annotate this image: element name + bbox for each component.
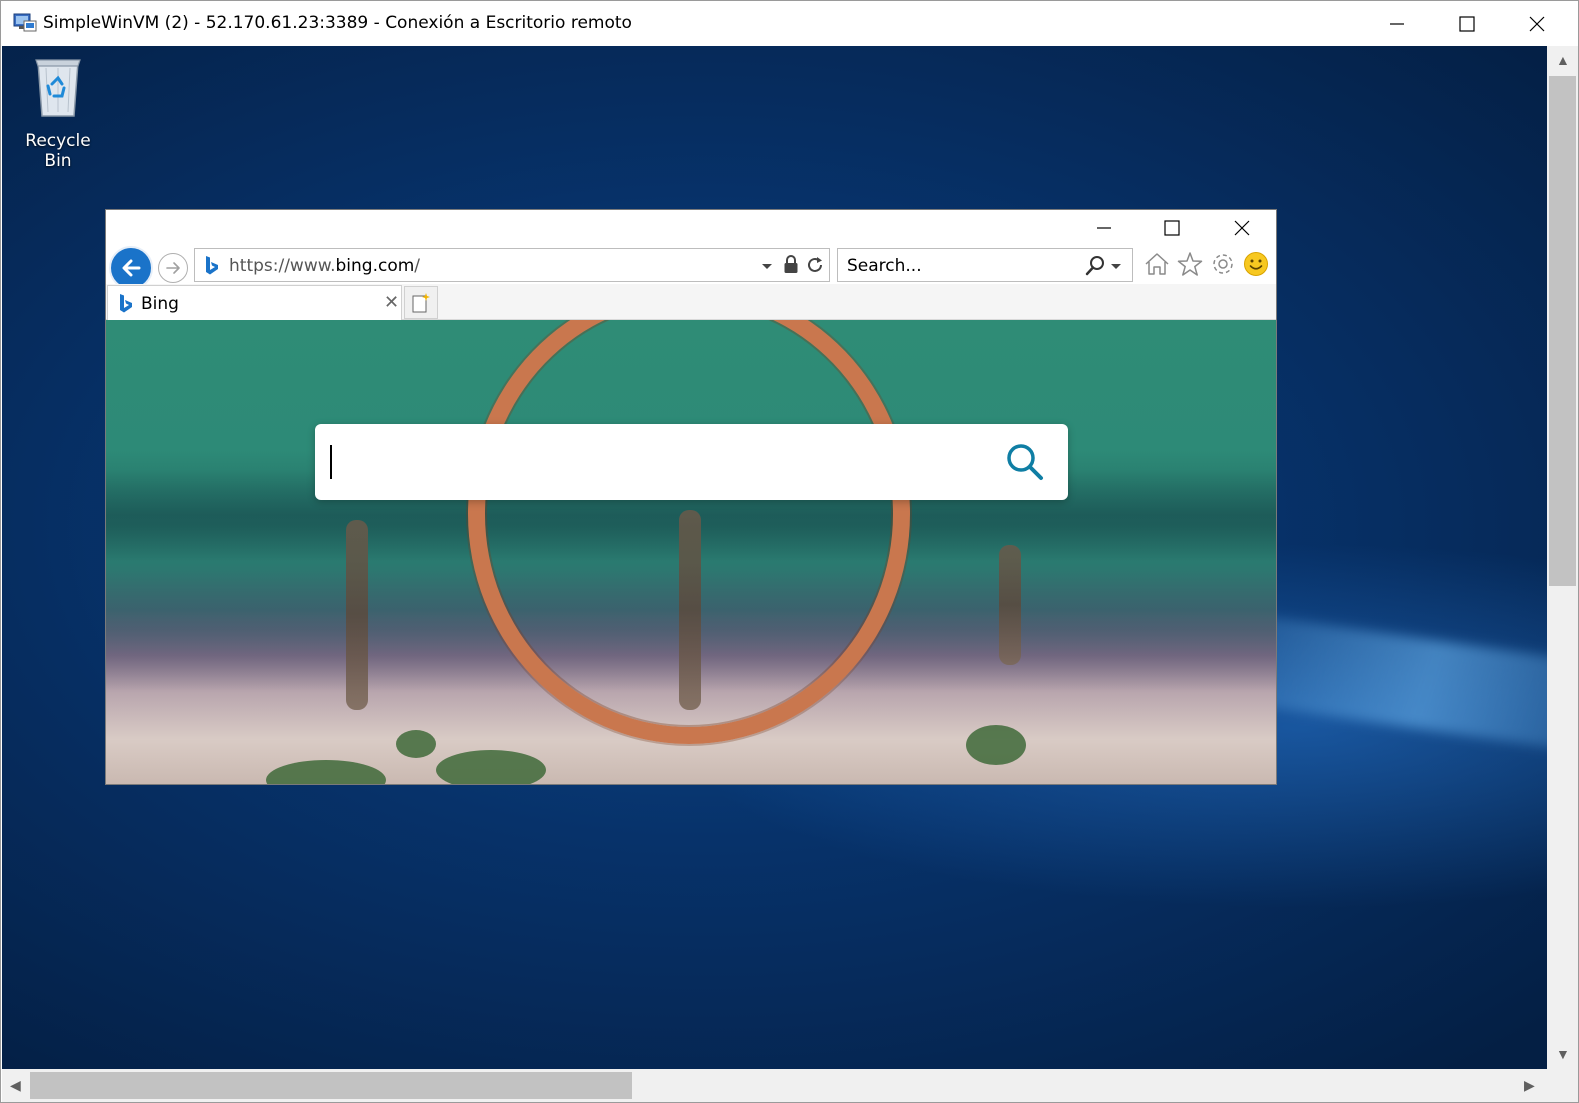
- new-tab-icon: [412, 292, 430, 312]
- search-dropdown-icon[interactable]: [1110, 259, 1122, 277]
- url-prefix: https://www.: [229, 256, 336, 276]
- maximize-icon: [1164, 220, 1180, 236]
- browser-close-button[interactable]: [1219, 210, 1265, 246]
- scroll-down-icon[interactable]: ▼: [1556, 1046, 1570, 1062]
- horizontal-scrollbar[interactable]: ◀ ▶: [2, 1069, 1547, 1102]
- wallpaper-jetty: [999, 545, 1021, 665]
- maximize-button[interactable]: [1433, 1, 1501, 46]
- address-dropdown-icon[interactable]: [761, 259, 773, 277]
- maximize-icon: [1459, 15, 1475, 32]
- wallpaper-greenery: [396, 730, 436, 758]
- forward-button[interactable]: [158, 253, 188, 283]
- recycle-bin-label: Recycle Bin: [25, 131, 91, 171]
- remote-desktop-app-icon: [13, 11, 37, 35]
- tab-bing[interactable]: Bing ✕: [107, 285, 402, 320]
- browser-title-bar[interactable]: [106, 210, 1276, 246]
- browser-maximize-button[interactable]: [1149, 210, 1195, 246]
- desktop-icon-recycle-bin[interactable]: Recycle Bin: [10, 54, 106, 171]
- internet-explorer-window[interactable]: https://www.bing.com/ Search... Bing ✕: [105, 209, 1277, 785]
- tools-gear-icon[interactable]: [1209, 250, 1237, 278]
- bing-search-input[interactable]: [329, 442, 989, 482]
- refresh-icon[interactable]: [805, 255, 825, 280]
- minimize-icon: [1390, 22, 1404, 25]
- scroll-up-icon[interactable]: ▲: [1556, 52, 1570, 68]
- browser-tab-bar: Bing ✕: [106, 284, 1276, 320]
- text-caret: [330, 445, 332, 479]
- wallpaper-jetty: [679, 510, 701, 710]
- scroll-left-icon[interactable]: ◀: [10, 1077, 21, 1094]
- close-icon: [1529, 16, 1545, 31]
- vertical-scrollbar[interactable]: ▲ ▼: [1547, 46, 1578, 1069]
- browser-search-placeholder: Search...: [847, 256, 922, 276]
- bing-favicon: [203, 255, 221, 282]
- bing-search-box[interactable]: [315, 424, 1068, 500]
- close-icon: [1234, 220, 1250, 236]
- new-tab-button[interactable]: [404, 286, 438, 319]
- home-icon[interactable]: [1143, 250, 1171, 278]
- window-title: SimpleWinVM (2) - 52.170.61.23:3389 - Co…: [43, 13, 632, 33]
- url-suffix: /: [414, 256, 421, 276]
- search-icon[interactable]: [1084, 255, 1106, 282]
- url-domain: bing.com: [335, 256, 415, 276]
- feedback-smiley-icon[interactable]: [1242, 250, 1270, 278]
- browser-minimize-button[interactable]: [1081, 210, 1127, 246]
- browser-search-box[interactable]: Search...: [837, 248, 1133, 282]
- rdp-title-bar[interactable]: SimpleWinVM (2) - 52.170.61.23:3389 - Co…: [1, 1, 1578, 46]
- forward-arrow-icon: [166, 262, 180, 274]
- tab-label: Bing: [141, 294, 179, 314]
- horizontal-scroll-thumb[interactable]: [30, 1072, 632, 1099]
- scroll-right-icon[interactable]: ▶: [1524, 1077, 1535, 1094]
- tab-close-icon[interactable]: ✕: [384, 292, 399, 313]
- wallpaper-greenery: [436, 750, 546, 784]
- favorites-star-icon[interactable]: [1176, 250, 1204, 278]
- scrollbar-corner: [1547, 1069, 1578, 1102]
- bing-favicon: [117, 293, 135, 320]
- close-button[interactable]: [1503, 1, 1571, 46]
- back-arrow-icon: [122, 259, 141, 277]
- recycle-bin-icon: [35, 59, 81, 117]
- lock-icon[interactable]: [783, 255, 799, 280]
- remote-desktop-window: SimpleWinVM (2) - 52.170.61.23:3389 - Co…: [0, 0, 1579, 1103]
- minimize-icon: [1097, 227, 1111, 229]
- bing-homepage: [106, 320, 1276, 784]
- wallpaper-jetty: [346, 520, 368, 710]
- address-url[interactable]: https://www.bing.com/: [229, 256, 420, 276]
- address-bar[interactable]: https://www.bing.com/: [194, 248, 830, 282]
- wallpaper-greenery: [966, 725, 1026, 765]
- magnifier-icon[interactable]: [1005, 442, 1045, 487]
- remote-desktop[interactable]: Recycle Bin https://www.bing.com/ Search…: [2, 46, 1547, 1069]
- wallpaper-greenery: [266, 760, 386, 784]
- browser-navigation-bar: https://www.bing.com/ Search...: [106, 246, 1276, 290]
- vertical-scroll-thumb[interactable]: [1549, 76, 1576, 586]
- minimize-button[interactable]: [1363, 1, 1431, 46]
